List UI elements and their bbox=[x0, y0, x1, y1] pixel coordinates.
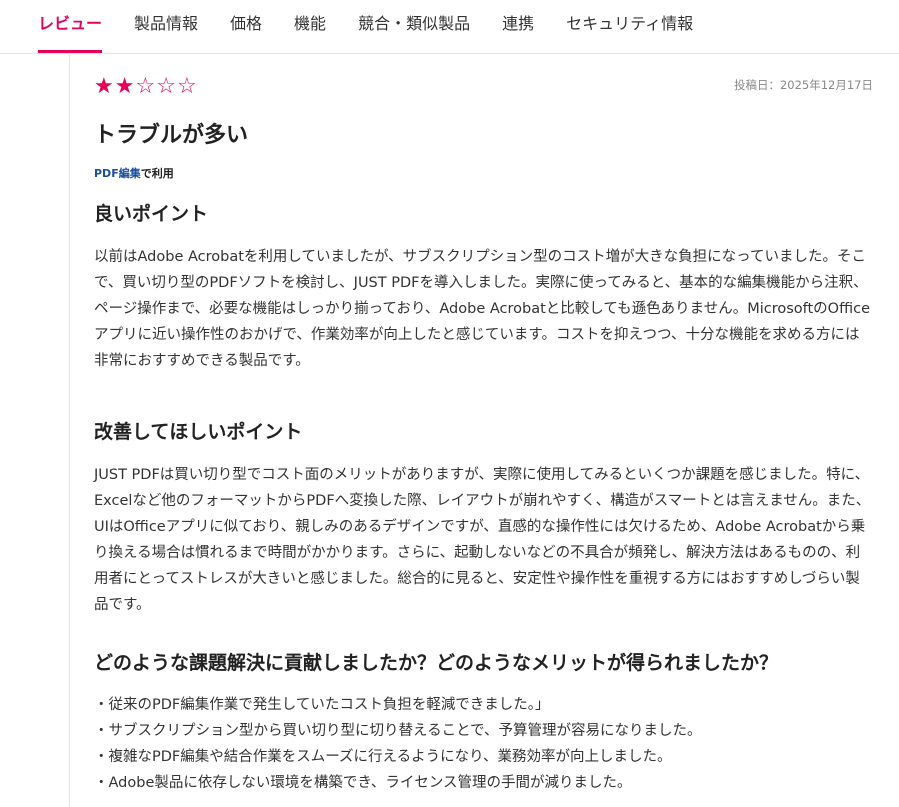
tab-reviews[interactable]: レビュー bbox=[38, 10, 103, 53]
product-tabs: レビュー 製品情報 価格 機能 競合・類似製品 連携 セキュリティ情報 bbox=[0, 0, 899, 54]
star-empty-icon: ☆ bbox=[135, 74, 156, 99]
star-empty-icon: ☆ bbox=[156, 74, 176, 99]
good-points-text: 以前はAdobe Acrobatを利用していましたが、サブスクリプション型のコス… bbox=[94, 249, 871, 369]
good-points-heading: 良いポイント bbox=[94, 203, 209, 225]
star-empty-icon: ☆ bbox=[176, 74, 197, 99]
tab-pricing[interactable]: 価格 bbox=[230, 10, 262, 53]
tab-integrations[interactable]: 連携 bbox=[502, 10, 534, 53]
list-item: ・Adobe製品に依存しない環境を構築でき、ライセンス管理の手間が減りました。 bbox=[94, 775, 632, 791]
star-rating: ★ ★ ☆ ☆ ☆ bbox=[94, 75, 198, 99]
list-item: ・複雑なPDF編集や結合作業をスムーズに行えるようになり、業務効率が向上しました… bbox=[94, 749, 672, 765]
usage-suffix: で利用 bbox=[140, 167, 174, 180]
tab-product-info[interactable]: 製品情報 bbox=[134, 10, 198, 53]
benefits-heading: どのような課題解決に貢献しましたか？どのようなメリットが得られましたか？ bbox=[94, 652, 779, 674]
tab-security[interactable]: セキュリティ情報 bbox=[566, 10, 693, 53]
tab-features[interactable]: 機能 bbox=[294, 10, 326, 53]
posted-date: 投稿日：2025年12月17日 bbox=[733, 78, 873, 92]
review-title: トラブルが多い bbox=[94, 123, 249, 148]
list-item: ・サブスクリプション型から買い切り型に切り替えることで、予算管理が容易になりまし… bbox=[94, 723, 702, 739]
star-filled-icon: ★ bbox=[94, 74, 114, 99]
benefits-list: ・従来のPDF編集作業で発生していたコスト負担を軽減できました。」 ・サブスクリ… bbox=[94, 692, 873, 796]
improvement-text: JUST PDFは買い切り型でコスト面のメリットがありますが、実際に使用してみる… bbox=[94, 467, 871, 613]
usage-info: PDF編集で利用 bbox=[94, 165, 174, 181]
improvement-heading: 改善してほしいポイント bbox=[94, 421, 303, 443]
usage-category-link[interactable]: PDF編集 bbox=[94, 167, 141, 180]
tab-competitors[interactable]: 競合・類似製品 bbox=[358, 10, 470, 53]
review-card: ★ ★ ☆ ☆ ☆ 投稿日：2025年12月17日 トラブルが多い PDF編集で… bbox=[69, 55, 899, 807]
list-item: ・従来のPDF編集作業で発生していたコスト負担を軽減できました。」 bbox=[94, 697, 550, 713]
star-filled-icon: ★ bbox=[114, 74, 135, 99]
